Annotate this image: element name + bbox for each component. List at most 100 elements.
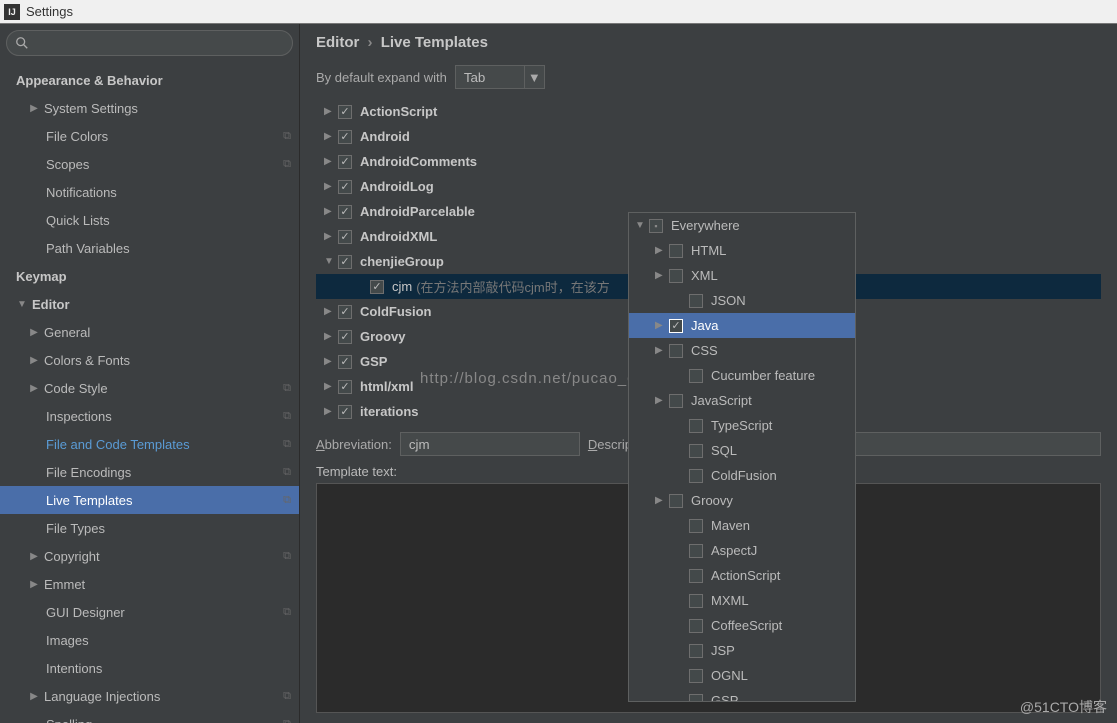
context-label: JSP (711, 643, 735, 658)
sidebar-item-inspections[interactable]: Inspections⧉ (0, 402, 299, 430)
context-item-jsp[interactable]: JSP (629, 638, 855, 663)
checkbox[interactable] (338, 230, 352, 244)
sidebar-item-notifications[interactable]: Notifications (0, 178, 299, 206)
checkbox[interactable] (689, 419, 703, 433)
template-label: ColdFusion (360, 304, 432, 319)
sidebar-item-general[interactable]: ▶General (0, 318, 299, 346)
context-item-coldfusion[interactable]: ColdFusion (629, 463, 855, 488)
context-item-typescript[interactable]: TypeScript (629, 413, 855, 438)
checkbox[interactable] (669, 269, 683, 283)
template-label: AndroidComments (360, 154, 477, 169)
template-item-androidlog[interactable]: ▶AndroidLog (316, 174, 1101, 199)
breadcrumb: Editor › Live Templates (316, 34, 1101, 51)
abbreviation-input[interactable] (400, 432, 580, 456)
checkbox[interactable] (689, 619, 703, 633)
sidebar-item-appearance-behavior[interactable]: Appearance & Behavior (0, 66, 299, 94)
checkbox[interactable] (689, 694, 703, 703)
checkbox[interactable] (370, 280, 384, 294)
checkbox[interactable] (689, 594, 703, 608)
sidebar-item-keymap[interactable]: Keymap (0, 262, 299, 290)
sidebar-item-gui-designer[interactable]: GUI Designer⧉ (0, 598, 299, 626)
checkbox[interactable] (338, 105, 352, 119)
checkbox[interactable] (338, 180, 352, 194)
checkbox[interactable] (338, 405, 352, 419)
template-item-actionscript[interactable]: ▶ActionScript (316, 99, 1101, 124)
breadcrumb-part[interactable]: Editor (316, 34, 359, 51)
context-item-xml[interactable]: ▶XML (629, 263, 855, 288)
sidebar-item-language-injections[interactable]: ▶Language Injections⧉ (0, 682, 299, 710)
checkbox[interactable] (669, 244, 683, 258)
checkbox[interactable] (689, 444, 703, 458)
checkbox[interactable] (689, 644, 703, 658)
sidebar-item-label: Appearance & Behavior (16, 73, 163, 88)
checkbox[interactable] (338, 380, 352, 394)
checkbox[interactable] (338, 255, 352, 269)
sidebar-item-spelling[interactable]: Spelling⧉ (0, 710, 299, 723)
checkbox[interactable] (649, 219, 663, 233)
checkbox[interactable] (338, 305, 352, 319)
context-item-aspectj[interactable]: AspectJ (629, 538, 855, 563)
checkbox[interactable] (338, 355, 352, 369)
context-item-actionscript[interactable]: ActionScript (629, 563, 855, 588)
sidebar-item-images[interactable]: Images (0, 626, 299, 654)
context-item-mxml[interactable]: MXML (629, 588, 855, 613)
context-label: XML (691, 268, 718, 283)
sidebar-item-label: Spelling (46, 717, 92, 723)
expand-select[interactable]: ▼ (455, 65, 545, 89)
context-popup[interactable]: ▼Everywhere▶HTML▶XMLJSON▶Java▶CSSCucumbe… (628, 212, 856, 702)
context-item-cucumber-feature[interactable]: Cucumber feature (629, 363, 855, 388)
sidebar-item-copyright[interactable]: ▶Copyright⧉ (0, 542, 299, 570)
sidebar-item-system-settings[interactable]: ▶System Settings (0, 94, 299, 122)
expand-value[interactable] (455, 65, 525, 89)
checkbox[interactable] (689, 569, 703, 583)
context-item-java[interactable]: ▶Java (629, 313, 855, 338)
checkbox[interactable] (669, 344, 683, 358)
sidebar-item-code-style[interactable]: ▶Code Style⧉ (0, 374, 299, 402)
search-input[interactable] (35, 36, 284, 51)
checkbox[interactable] (338, 205, 352, 219)
context-item-coffeescript[interactable]: CoffeeScript (629, 613, 855, 638)
sidebar-item-file-colors[interactable]: File Colors⧉ (0, 122, 299, 150)
checkbox[interactable] (689, 469, 703, 483)
template-label: cjm (392, 279, 412, 294)
sidebar-item-file-types[interactable]: File Types (0, 514, 299, 542)
sidebar-item-editor[interactable]: ▼Editor (0, 290, 299, 318)
context-item-html[interactable]: ▶HTML (629, 238, 855, 263)
checkbox[interactable] (669, 494, 683, 508)
sidebar-item-intentions[interactable]: Intentions (0, 654, 299, 682)
sidebar-item-colors-fonts[interactable]: ▶Colors & Fonts (0, 346, 299, 374)
checkbox[interactable] (689, 294, 703, 308)
checkbox[interactable] (338, 330, 352, 344)
context-item-gsp[interactable]: GSP (629, 688, 855, 702)
search-box[interactable] (6, 30, 293, 56)
checkbox[interactable] (689, 519, 703, 533)
checkbox[interactable] (338, 130, 352, 144)
checkbox[interactable] (689, 669, 703, 683)
sidebar-item-path-variables[interactable]: Path Variables (0, 234, 299, 262)
checkbox[interactable] (338, 155, 352, 169)
sidebar-item-quick-lists[interactable]: Quick Lists (0, 206, 299, 234)
context-item-maven[interactable]: Maven (629, 513, 855, 538)
context-item-css[interactable]: ▶CSS (629, 338, 855, 363)
sidebar-item-file-and-code-templates[interactable]: File and Code Templates⧉ (0, 430, 299, 458)
chevron-down-icon[interactable]: ▼ (525, 65, 545, 89)
context-item-ognl[interactable]: OGNL (629, 663, 855, 688)
sidebar-item-live-templates[interactable]: Live Templates⧉ (0, 486, 299, 514)
sidebar-item-label: Images (46, 633, 89, 648)
context-item-everywhere[interactable]: ▼Everywhere (629, 213, 855, 238)
context-item-json[interactable]: JSON (629, 288, 855, 313)
context-item-groovy[interactable]: ▶Groovy (629, 488, 855, 513)
template-item-android[interactable]: ▶Android (316, 124, 1101, 149)
settings-tree[interactable]: Appearance & Behavior▶System SettingsFil… (0, 62, 299, 723)
context-item-sql[interactable]: SQL (629, 438, 855, 463)
sidebar-item-label: Live Templates (46, 493, 132, 508)
sidebar-item-emmet[interactable]: ▶Emmet (0, 570, 299, 598)
checkbox[interactable] (669, 394, 683, 408)
sidebar-item-scopes[interactable]: Scopes⧉ (0, 150, 299, 178)
context-item-javascript[interactable]: ▶JavaScript (629, 388, 855, 413)
checkbox[interactable] (689, 369, 703, 383)
checkbox[interactable] (669, 319, 683, 333)
sidebar-item-file-encodings[interactable]: File Encodings⧉ (0, 458, 299, 486)
checkbox[interactable] (689, 544, 703, 558)
template-item-androidcomments[interactable]: ▶AndroidComments (316, 149, 1101, 174)
